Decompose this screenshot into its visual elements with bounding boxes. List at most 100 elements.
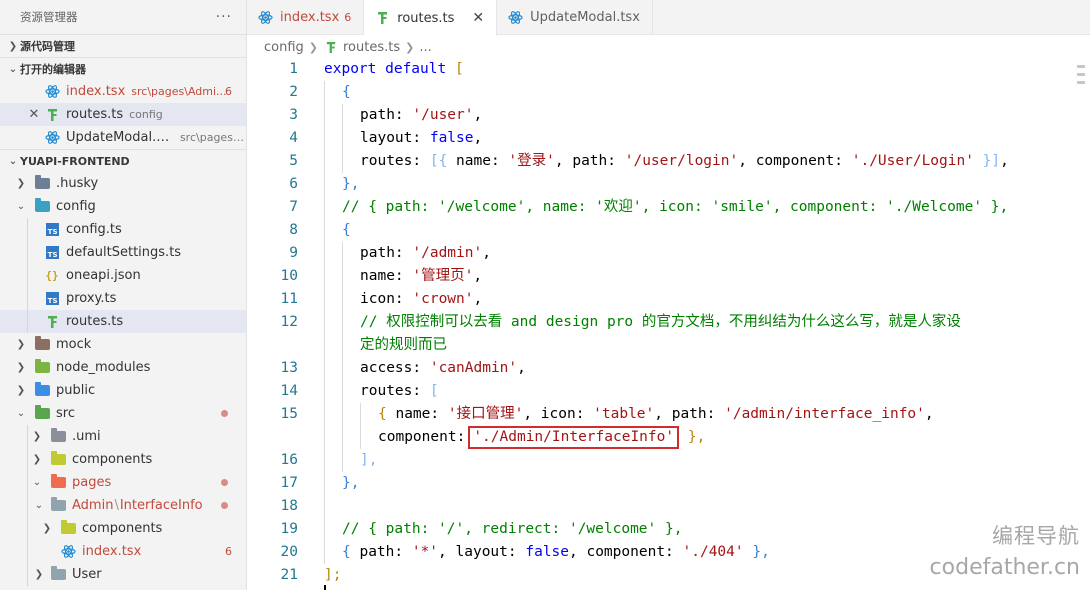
code-area[interactable]: export default [ { path: '/user', layout…	[324, 58, 1090, 587]
public-folder-icon	[34, 382, 50, 399]
code-token: , component:	[569, 544, 683, 560]
tree-item-label: index.tsx	[82, 544, 142, 559]
code-token: path:	[360, 245, 413, 261]
tree-item-label: defaultSettings.ts	[66, 245, 182, 260]
tab-index-tsx[interactable]: index.tsx 6	[247, 0, 365, 35]
code-token: export default	[324, 61, 447, 77]
line-number: 12	[280, 314, 298, 330]
close-icon[interactable]: ✕	[472, 10, 484, 26]
code-token: icon:	[360, 291, 413, 307]
routes-file-icon	[374, 10, 390, 26]
code-line: {	[324, 81, 1090, 104]
tree-item-umi[interactable]: ❯ .umi	[0, 425, 246, 448]
tree-item-oneapi-json[interactable]: {} oneapi.json	[0, 264, 246, 287]
code-token: [	[429, 383, 439, 399]
tree-item-proxy-ts[interactable]: TS proxy.ts	[0, 287, 246, 310]
code-line: ],	[324, 449, 1090, 472]
code-line: routes: [	[324, 380, 1090, 403]
code-token: '/admin/interface_info'	[724, 406, 925, 422]
path-separator: \	[114, 498, 119, 513]
tab-label: routes.ts	[397, 10, 455, 26]
config-folder-icon	[34, 198, 50, 215]
line-number: 2	[289, 84, 298, 100]
code-line	[324, 495, 1090, 518]
code-token: {	[342, 544, 351, 560]
project-section-header[interactable]: ⌄ YUAPI-FRONTEND	[0, 149, 246, 172]
tree-item-husky[interactable]: ❯ .husky	[0, 172, 246, 195]
tab-routes-ts[interactable]: routes.ts ✕	[364, 0, 498, 36]
open-editor-routes-ts[interactable]: ✕ routes.ts config	[0, 103, 246, 126]
chevron-down-icon: ⌄	[34, 500, 44, 511]
line-number: 4	[289, 130, 298, 146]
open-editors-header[interactable]: ⌄ 打开的编辑器	[0, 57, 246, 80]
chevron-down-icon: ⌄	[8, 63, 18, 75]
code-line: // { path: '/welcome', name: '欢迎', icon:…	[324, 196, 1090, 219]
watermark-url: codefather.cn	[929, 555, 1080, 580]
line-number: 14	[280, 383, 298, 399]
tree-item-sublabel: InterfaceInfo	[119, 498, 203, 513]
code-token: }]	[973, 153, 1001, 169]
line-number: 16	[280, 452, 298, 468]
tree-item-label: components	[72, 452, 153, 467]
code-token: false	[525, 544, 570, 560]
code-line: // 权限控制可以去看 and design pro 的官方文档，不用纠结为什么…	[324, 311, 1090, 334]
tree-item-mock[interactable]: ❯ mock	[0, 333, 246, 356]
line-number: 20	[280, 544, 298, 560]
problem-count-badge: 6	[225, 85, 232, 98]
tree-item-node-modules[interactable]: ❯ node_modules	[0, 356, 246, 379]
tree-item-pages[interactable]: ⌄ pages	[0, 471, 246, 494]
tree-item-label: config	[56, 199, 96, 214]
tree-item-label: mock	[56, 337, 92, 352]
react-icon	[44, 130, 60, 146]
code-token: [	[454, 61, 464, 77]
code-token: {	[378, 406, 387, 422]
pages-folder-icon	[50, 474, 66, 491]
tree-indent-guide	[27, 448, 28, 471]
open-editor-index-tsx[interactable]: index.tsx src\pages\Admi... 6	[0, 80, 246, 103]
open-editor-name: index.tsx	[66, 84, 126, 99]
chevron-right-icon: ❯	[308, 40, 318, 54]
react-icon	[44, 84, 60, 100]
chevron-right-icon: ❯	[8, 40, 18, 52]
code-line: path: '/user',	[324, 104, 1090, 127]
line-number: 1	[289, 61, 298, 77]
tree-item-user[interactable]: ❯ User	[0, 563, 246, 586]
tree-indent-guide	[27, 425, 28, 448]
tab-updatemodal-tsx[interactable]: UpdateModal.tsx	[497, 0, 653, 35]
code-line: name: '管理页',	[324, 265, 1090, 288]
code-token: path:	[350, 544, 412, 560]
explorer-title: 资源管理器	[20, 10, 78, 24]
code-token: './User/Login'	[851, 153, 974, 169]
tree-item-src[interactable]: ⌄ src	[0, 402, 246, 425]
breadcrumb-symbol[interactable]: ...	[419, 40, 431, 55]
open-editor-updatemodal-tsx[interactable]: UpdateModal.tsx src\pages\...	[0, 126, 246, 149]
minimap[interactable]	[1077, 60, 1087, 89]
close-icon[interactable]: ✕	[26, 107, 42, 122]
scm-section-header[interactable]: ❯ 源代码管理	[0, 34, 246, 57]
typescript-icon: TS	[44, 245, 60, 261]
tree-item-config-ts[interactable]: TS config.ts	[0, 218, 246, 241]
code-editor[interactable]: 1 2 3 4 5 6 7 8 9 10 11 12 13 14 15 16 1…	[247, 58, 1090, 590]
code-token: './Admin/InterfaceInfo'	[473, 429, 675, 445]
tree-item-label: proxy.ts	[66, 291, 117, 306]
tree-item-config[interactable]: ⌄ config	[0, 195, 246, 218]
tree-item-label: components	[82, 521, 163, 536]
tree-item-admin-components[interactable]: ❯ components	[0, 517, 246, 540]
code-comment: // { path: '/welcome', name: '欢迎', icon:…	[342, 199, 1009, 215]
breadcrumb-file[interactable]: routes.ts	[343, 40, 400, 55]
tree-item-index-tsx[interactable]: index.tsx 6	[0, 540, 246, 563]
chevron-right-icon: ❯	[16, 362, 26, 373]
tree-item-admin-interfaceinfo[interactable]: ⌄ Admin \ InterfaceInfo	[0, 494, 246, 517]
line-number: 19	[280, 521, 298, 537]
tree-item-label: node_modules	[56, 360, 151, 375]
tree-item-public[interactable]: ❯ public	[0, 379, 246, 402]
tree-item-defaultsettings[interactable]: TS defaultSettings.ts	[0, 241, 246, 264]
breadcrumb-folder[interactable]: config	[264, 40, 304, 55]
code-line-wrapped: component: './Admin/InterfaceInfo' },	[324, 426, 1090, 449]
line-number: 9	[289, 245, 298, 261]
tree-item-routes-ts[interactable]: routes.ts	[0, 310, 246, 333]
more-actions-icon[interactable]: ···	[216, 9, 232, 25]
tree-item-components[interactable]: ❯ components	[0, 448, 246, 471]
project-section-label: YUAPI-FRONTEND	[20, 154, 130, 168]
code-token: ];	[324, 567, 342, 583]
